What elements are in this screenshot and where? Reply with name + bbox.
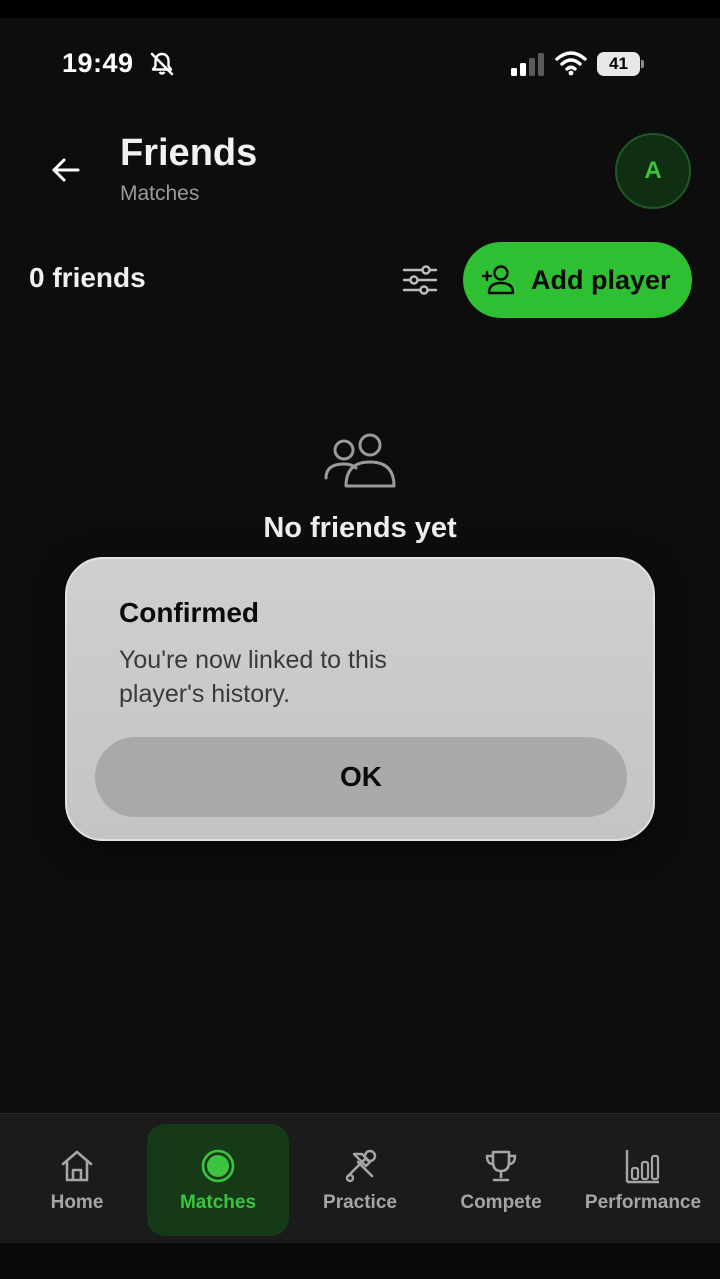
tab-compete[interactable]: Compete <box>430 1124 572 1236</box>
add-player-label: Add player <box>531 264 671 295</box>
add-player-button[interactable]: Add player <box>463 242 692 318</box>
home-icon <box>61 1150 93 1182</box>
back-button[interactable] <box>44 148 88 192</box>
tab-home-label: Home <box>50 1192 104 1213</box>
friends-count: 0 friends <box>29 262 146 293</box>
alert-title: Confirmed <box>119 597 259 628</box>
bottom-edge <box>0 1243 720 1279</box>
confirmation-alert: Confirmed You're now linked to this play… <box>65 557 655 841</box>
tab-practice-label: Practice <box>323 1192 397 1213</box>
wifi-icon <box>555 50 587 76</box>
empty-state-text: No friends yet <box>263 512 457 544</box>
battery-tip <box>641 60 644 68</box>
tab-compete-label: Compete <box>460 1192 542 1213</box>
top-edge <box>0 0 720 18</box>
avatar[interactable]: A <box>615 133 691 209</box>
tab-performance-label: Performance <box>584 1192 702 1213</box>
status-bar: 19:49 41 <box>0 18 720 110</box>
match-circle-icon <box>201 1149 235 1183</box>
filter-button[interactable] <box>398 262 442 298</box>
arrow-left-icon <box>52 158 80 182</box>
user-plus-icon <box>481 265 515 295</box>
bell-slash-icon <box>148 50 176 78</box>
ok-button[interactable]: OK <box>95 737 627 817</box>
page-title: Friends <box>120 132 258 174</box>
bar-chart-icon <box>625 1150 660 1184</box>
tools-icon <box>345 1149 377 1183</box>
alert-message: You're now linked to this player's histo… <box>119 646 387 708</box>
signal-icon <box>510 53 546 77</box>
tab-practice[interactable]: Practice <box>289 1124 431 1236</box>
tab-performance[interactable]: Performance <box>572 1124 714 1236</box>
users-icon <box>324 433 396 488</box>
battery-icon: 41 <box>597 52 645 76</box>
tab-bar: Home Matches Practice Compete Performanc… <box>0 1113 720 1243</box>
trophy-icon <box>485 1150 517 1182</box>
status-time: 19:49 <box>62 48 134 78</box>
tab-matches[interactable]: Matches <box>147 1124 289 1236</box>
tab-matches-label: Matches <box>179 1192 257 1213</box>
tab-home[interactable]: Home <box>6 1124 148 1236</box>
battery-level: 41 <box>597 52 640 76</box>
page-subtitle: Matches <box>120 182 200 205</box>
sliders-icon <box>402 265 438 295</box>
